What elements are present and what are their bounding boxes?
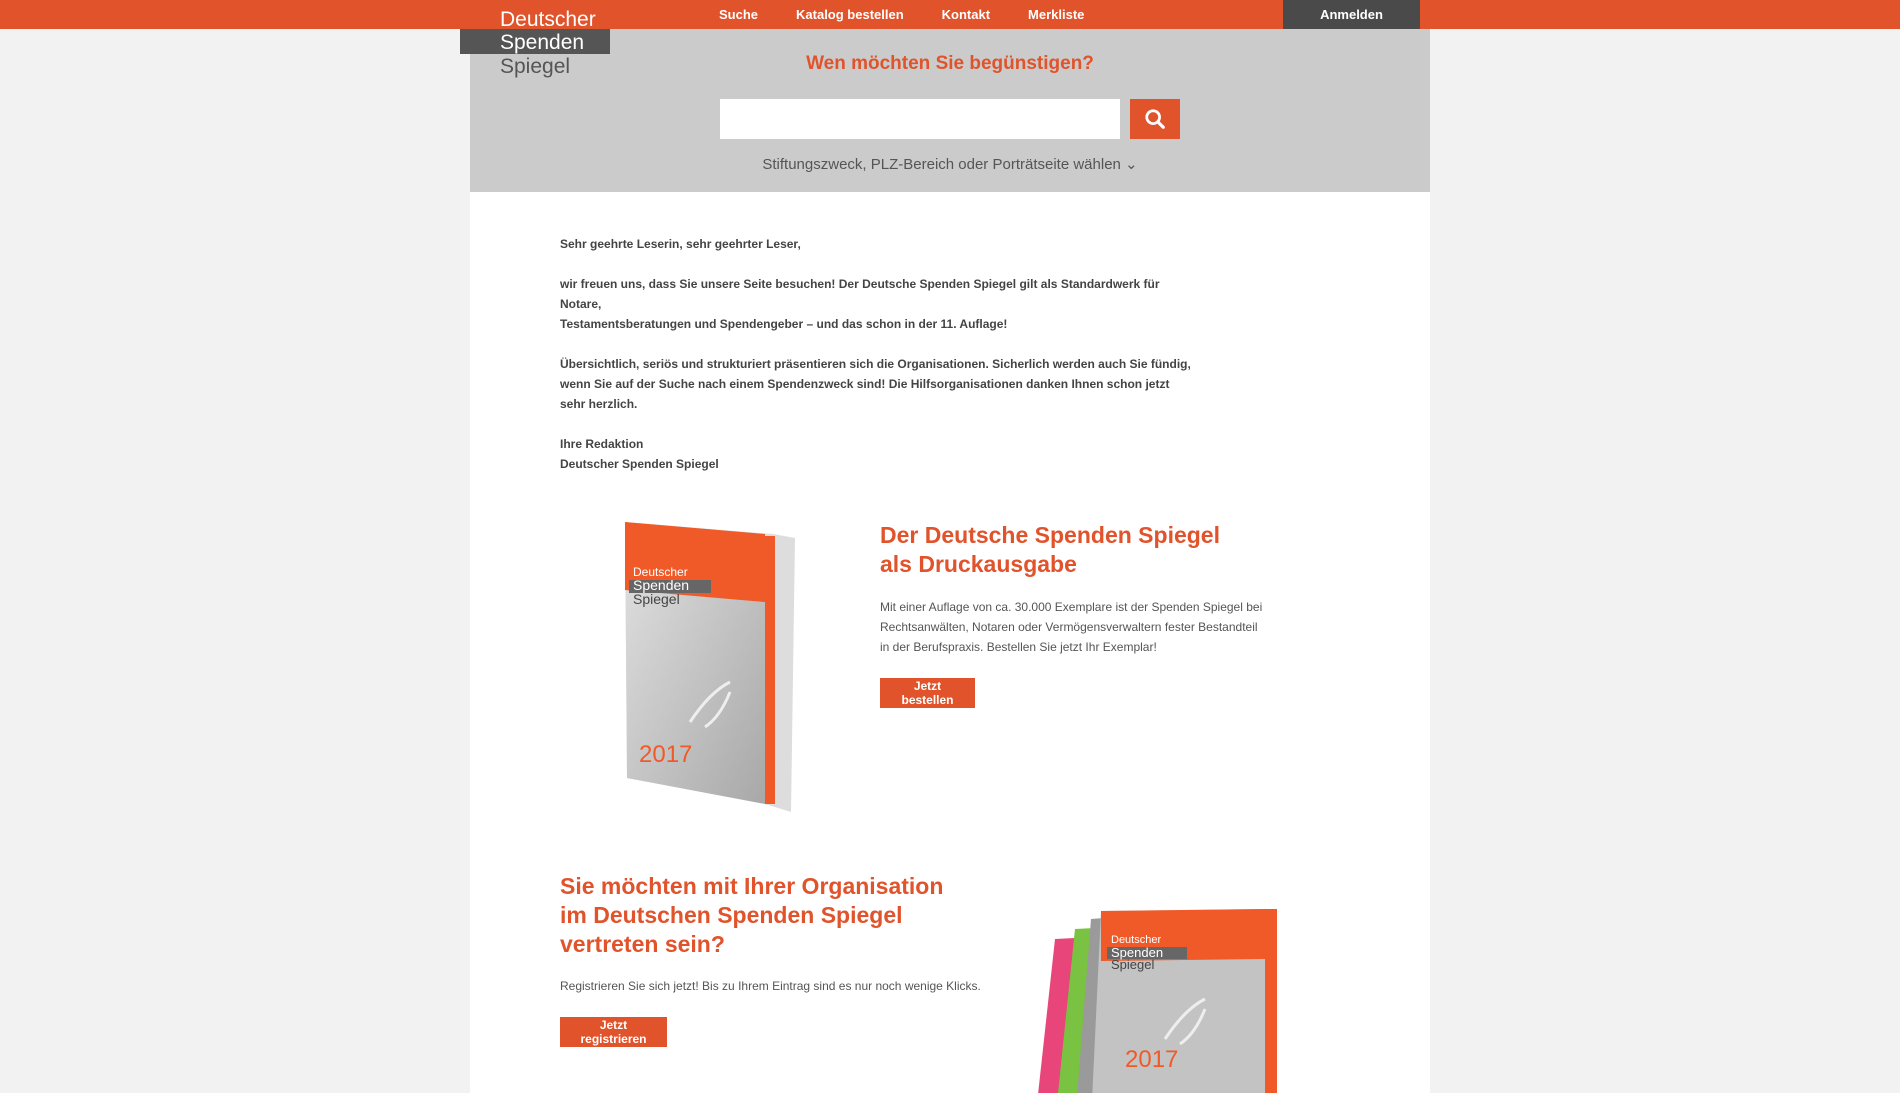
intro-paragraph-1: wir freuen uns, dass Sie unsere Seite be… xyxy=(560,274,1200,334)
register-title-line: vertreten sein? xyxy=(560,931,725,957)
register-now-button[interactable]: Jetzt registrieren xyxy=(560,1017,667,1047)
logo-text-line: Spenden xyxy=(500,31,585,54)
intro-text: Testamentsberatungen und Spendengeber – … xyxy=(560,317,1008,331)
print-edition-title: Der Deutsche Spenden Spiegel als Druckau… xyxy=(880,521,1280,579)
nav-katalog-bestellen[interactable]: Katalog bestellen xyxy=(796,7,904,22)
print-title-line: als Druckausgabe xyxy=(880,551,1077,577)
book-stack-image: Deutscher Spenden Spiegel 2017 xyxy=(1035,909,1285,1093)
search-question: Wen möchten Sie begünstigen? xyxy=(806,53,1094,74)
nav-suche[interactable]: Suche xyxy=(719,7,758,22)
order-now-button[interactable]: Jetzt bestellen xyxy=(880,678,975,708)
register-title-line: Sie möchten mit Ihrer Organisation xyxy=(560,873,944,899)
register-title-line: im Deutschen Spenden Spiegel xyxy=(560,902,903,928)
login-button[interactable]: Anmelden xyxy=(1283,0,1420,29)
signature-line: Deutscher Spenden Spiegel xyxy=(560,457,719,471)
svg-text:Spiegel: Spiegel xyxy=(1111,957,1154,972)
print-title-line: Der Deutsche Spenden Spiegel xyxy=(880,522,1220,548)
book-year: 2017 xyxy=(1125,1046,1178,1073)
main-nav: Suche Katalog bestellen Kontakt Merklist… xyxy=(719,0,1122,29)
search-button[interactable] xyxy=(1130,99,1180,139)
print-text-line: Rechtsanwälten, Notaren oder Vermögensve… xyxy=(880,620,1258,634)
print-edition-text: Mit einer Auflage von ca. 30.000 Exempla… xyxy=(880,597,1280,657)
logo-text-line: Spiegel xyxy=(500,55,571,78)
intro-text: Übersichtlich, seriös und strukturiert p… xyxy=(560,357,1191,371)
book-year: 2017 xyxy=(639,741,692,768)
main-page: Wen möchten Sie begünstigen? Stiftungszw… xyxy=(470,29,1430,1093)
logo-text-line: Deutscher xyxy=(500,8,596,31)
nav-kontakt[interactable]: Kontakt xyxy=(942,7,990,22)
intro-paragraph-2: Übersichtlich, seriös und strukturiert p… xyxy=(560,354,1200,414)
intro-signature: Ihre Redaktion Deutscher Spenden Spiegel xyxy=(560,434,1200,474)
intro-letter: Sehr geehrte Leserin, sehr geehrter Lese… xyxy=(560,234,1200,494)
intro-text: wir freuen uns, dass Sie unsere Seite be… xyxy=(560,277,1160,311)
print-edition-book-image: Deutscher Spenden Spiegel 2017 xyxy=(615,522,805,820)
nav-merkliste[interactable]: Merkliste xyxy=(1028,7,1084,22)
svg-text:Spiegel: Spiegel xyxy=(633,591,680,607)
search-input[interactable] xyxy=(720,99,1120,139)
logo[interactable]: Deutscher Spenden Spiegel xyxy=(460,4,610,80)
filter-link[interactable]: Stiftungszweck, PLZ-Bereich oder Porträt… xyxy=(470,155,1430,173)
search-panel: Wen möchten Sie begünstigen? Stiftungszw… xyxy=(470,29,1430,192)
intro-greeting: Sehr geehrte Leserin, sehr geehrter Lese… xyxy=(560,237,801,251)
print-text-line: in der Berufspraxis. Bestellen Sie jetzt… xyxy=(880,640,1157,654)
top-navigation-bar: Suche Katalog bestellen Kontakt Merklist… xyxy=(0,0,1900,29)
print-text-line: Mit einer Auflage von ca. 30.000 Exempla… xyxy=(880,600,1263,614)
register-text: Registrieren Sie sich jetzt! Bis zu Ihre… xyxy=(560,979,981,993)
intro-text: sehr herzlich. xyxy=(560,397,638,411)
search-icon xyxy=(1145,109,1165,129)
signature-line: Ihre Redaktion xyxy=(560,437,644,451)
intro-text: wenn Sie auf der Suche nach einem Spende… xyxy=(560,377,1170,391)
register-title: Sie möchten mit Ihrer Organisation im De… xyxy=(560,872,980,959)
